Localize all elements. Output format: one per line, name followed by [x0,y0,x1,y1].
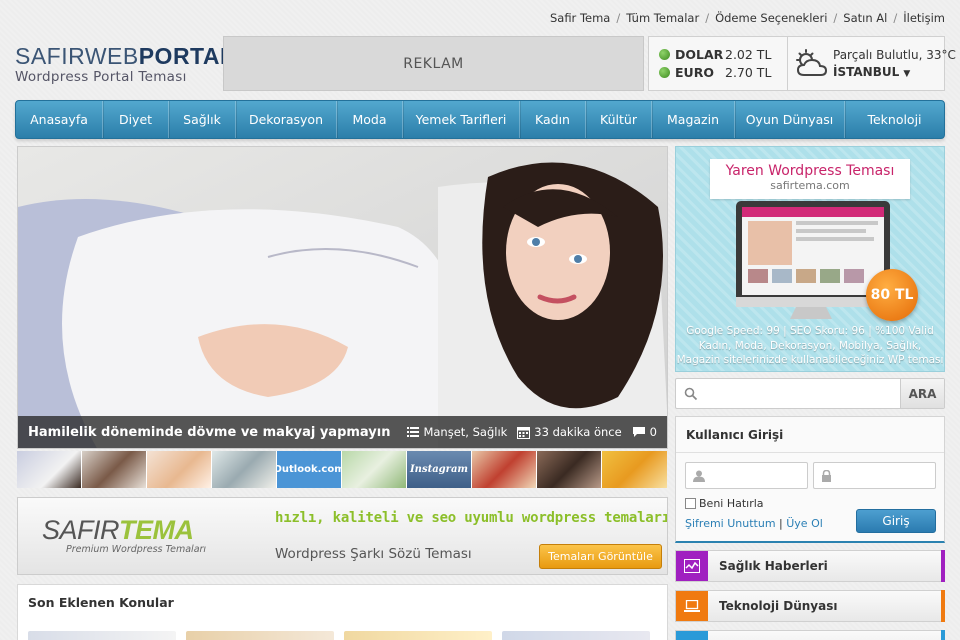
logo-wordmark: SAFIRWEBPORTAL [15,43,235,69]
slider-caption: Hamilelik döneminde dövme ve makyaj yapm… [18,416,667,448]
recent-post-thumb[interactable] [28,631,176,640]
slider-thumb[interactable] [17,451,82,488]
category-color-bar [941,550,945,582]
top-link-safir-tema[interactable]: Safir Tema [550,11,610,25]
laptop-icon [676,591,708,621]
remember-checkbox[interactable] [685,498,696,509]
recent-post-thumb[interactable] [186,631,334,640]
lock-icon [822,470,831,482]
category-color-bar [941,630,945,640]
slider-thumb[interactable] [82,451,147,488]
calendar-icon [517,426,531,439]
forgot-password-link[interactable]: Şifremi Unuttum [685,517,776,530]
recent-post-thumb[interactable] [344,631,492,640]
health-chart-icon [676,551,708,581]
slider-thumb[interactable] [472,451,537,488]
top-link-odeme[interactable]: Ödeme Seçenekleri [715,11,827,25]
separator: / [833,11,838,25]
currency-dot-icon [659,48,670,60]
nav-item-magazin[interactable]: Magazin [652,101,735,138]
logo-subtitle: Wordpress Portal Teması [15,69,187,85]
category-icon [676,631,708,640]
promo-banner[interactable]: SAFIRTEMA Premium Wordpress Temaları hız… [17,497,668,575]
slider-thumb[interactable] [212,451,277,488]
category-box-teknoloji[interactable]: Teknoloji Dünyası [675,590,945,622]
view-themes-button[interactable]: Temaları Görüntüle [539,544,662,569]
sidebar-ad-text: Google Speed: 99 | SEO Skoru: 96 | %100 … [676,325,944,366]
category-color-bar [941,590,945,622]
slider-thumb[interactable]: Outlook.com [277,451,342,488]
list-icon [407,427,420,437]
nav-item-moda[interactable]: Moda [337,101,403,138]
banner-logo-sub: Premium Wordpress Temaları [66,544,207,555]
login-links: Şifremi Unuttum | Üye Ol [685,517,823,530]
ad-label: REKLAM [403,55,464,72]
recent-posts: Son Eklenen Konular [17,584,668,640]
main-nav: Anasayfa Diyet Sağlık Dekorasyon Moda Ye… [15,100,945,139]
search-input[interactable] [700,383,890,404]
currency-row: DOLAR 2.02 TL [659,45,787,63]
site-logo[interactable]: SAFIRWEBPORTAL Wordpress Portal Teması [15,44,235,85]
category-box-third[interactable] [675,630,945,640]
search-button[interactable]: ARA [900,379,944,408]
slider-thumb[interactable] [147,451,212,488]
nav-item-teknoloji[interactable]: Teknoloji [845,101,944,138]
recent-posts-title: Son Eklenen Konular [28,595,174,610]
username-input[interactable] [685,462,808,489]
search-box: ARA [675,378,945,409]
price-badge: 80 TL [866,269,918,321]
slider-title[interactable]: Hamilelik döneminde dövme ve makyaj yapm… [28,425,397,440]
weather-widget: Parçalı Bulutlu, 33°C İSTANBUL ▼ [788,36,956,91]
slider-thumbnails: Outlook.com Instagram [17,451,668,488]
caret-down-icon: ▼ [903,69,911,79]
user-icon [693,470,705,482]
weather-condition: Parçalı Bulutlu, 33°C [833,48,956,62]
nav-item-dekorasyon[interactable]: Dekorasyon [236,101,337,138]
nav-item-anasayfa[interactable]: Anasayfa [16,101,103,138]
currency-dot-icon [659,66,670,78]
remember-me[interactable]: Beni Hatırla [685,497,764,510]
slider-category: Manşet, Sağlık [407,425,507,439]
slider-time: 33 dakika önce [517,425,622,439]
currency-widget: DOLAR 2.02 TL EURO 2.70 TL [648,36,788,91]
login-button[interactable]: Giriş [856,509,936,533]
banner-subtitle: Wordpress Şarkı Sözü Teması [275,546,472,562]
banner-logo: SAFIRTEMA Premium Wordpress Temaları [42,515,207,555]
recent-post-thumb[interactable] [502,631,650,640]
separator: / [893,11,898,25]
featured-image [18,147,667,448]
category-box-saglik[interactable]: Sağlık Haberleri [675,550,945,582]
search-icon [684,387,698,401]
recent-posts-images [28,631,650,640]
login-title: Kullanıcı Girişi [676,417,944,453]
nav-item-diyet[interactable]: Diyet [103,101,169,138]
nav-item-saglik[interactable]: Sağlık [169,101,236,138]
partly-cloudy-icon [796,49,828,76]
nav-item-kadin[interactable]: Kadın [520,101,586,138]
separator: / [705,11,710,25]
nav-item-yemek-tarifleri[interactable]: Yemek Tarifleri [403,101,520,138]
top-link-tum-temalar[interactable]: Tüm Temalar [626,11,699,25]
currency-row: EURO 2.70 TL [659,63,787,81]
weather-city-select[interactable]: İSTANBUL ▼ [833,65,910,79]
top-link-iletisim[interactable]: İletişim [903,11,945,25]
banner-tagline: hızlı, kaliteli ve seo uyumlu wordpress … [275,510,668,526]
featured-slider[interactable]: Hamilelik döneminde dövme ve makyaj yapm… [17,146,668,449]
login-widget: Kullanıcı Girişi Beni Hatırla Şifremi Un… [675,416,945,543]
slider-thumb[interactable] [537,451,602,488]
password-input[interactable] [813,462,936,489]
slider-thumb[interactable] [342,451,407,488]
sidebar-ad[interactable]: Yaren Wordpress Teması safirtema.com 80 … [675,146,945,372]
slider-comments[interactable]: 0 [632,425,657,439]
top-link-satin-al[interactable]: Satın Al [843,11,887,25]
top-links: Safir Tema / Tüm Temalar / Ödeme Seçenekle… [550,11,945,25]
ad-banner[interactable]: REKLAM [223,36,644,91]
nav-item-oyun-dunyasi[interactable]: Oyun Dünyası [735,101,845,138]
nav-item-kultur[interactable]: Kültür [586,101,652,138]
comment-icon [632,427,645,437]
slider-thumb[interactable]: Instagram [407,451,472,488]
slider-thumb[interactable] [602,451,667,488]
separator: / [616,11,621,25]
register-link[interactable]: Üye Ol [786,517,823,530]
